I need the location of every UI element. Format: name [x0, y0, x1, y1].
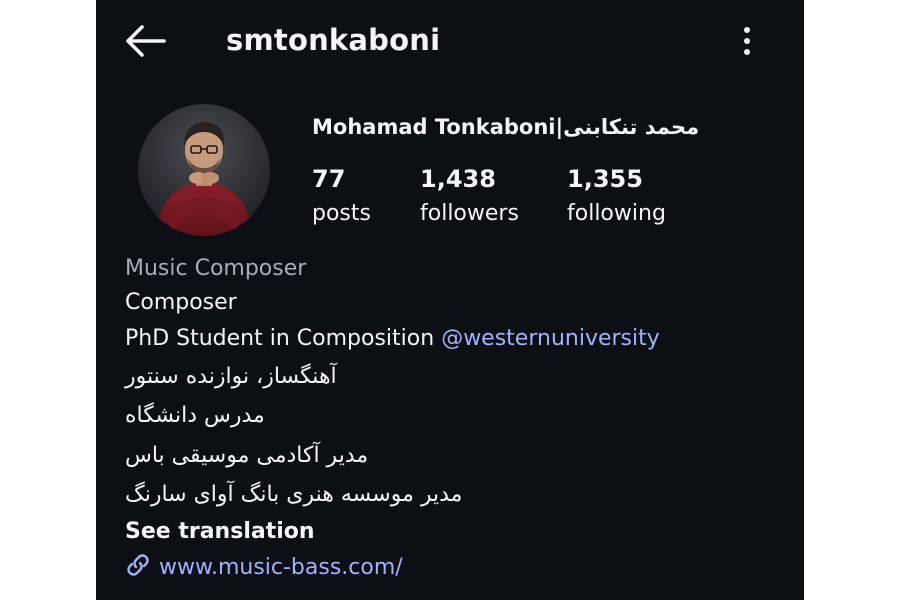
website-link[interactable]: www.music-bass.com/	[125, 550, 403, 584]
followers-count: 1,438	[420, 165, 496, 193]
following-label: following	[567, 201, 666, 226]
link-icon	[125, 552, 151, 582]
bio-phd-text: PhD Student in Composition	[125, 326, 442, 351]
profile-avatar[interactable]	[138, 104, 270, 236]
bio-line-fa-2: مدرس دانشگاه	[125, 403, 265, 428]
stat-followers[interactable]: 1,438 followers	[420, 162, 519, 232]
bio-line-fa-3: مدیر آکادمی موسیقی باس	[125, 443, 369, 468]
bio-line-fa-1: آهنگساز، نوازنده سنتور	[125, 364, 337, 389]
profile-screen: smtonkaboni Mohamad Tonkaboni|محمد تنکاب…	[96, 0, 804, 600]
profile-full-name: Mohamad Tonkaboni|محمد تنکابنی	[312, 115, 700, 139]
profile-username: smtonkaboni	[226, 23, 441, 57]
stat-following[interactable]: 1,355 following	[567, 162, 666, 232]
bio-line-composer: Composer	[125, 290, 237, 315]
see-translation-button[interactable]: See translation	[125, 516, 315, 548]
back-arrow-icon[interactable]	[124, 21, 168, 61]
bio-line-fa-4: مدیر موسسه هنری بانگ آوای سارنگ	[125, 482, 463, 507]
mention-link[interactable]: @westernuniversity	[441, 326, 660, 351]
profile-category: Music Composer	[125, 256, 307, 281]
website-link-text: www.music-bass.com/	[159, 554, 403, 580]
followers-label: followers	[420, 201, 519, 226]
posts-label: posts	[312, 201, 371, 226]
following-count: 1,355	[567, 165, 643, 193]
stat-posts[interactable]: 77 posts	[312, 162, 371, 232]
bio-line-phd: PhD Student in Composition @westernunive…	[125, 323, 660, 355]
posts-count: 77	[312, 165, 346, 193]
more-options-icon[interactable]	[732, 22, 762, 60]
